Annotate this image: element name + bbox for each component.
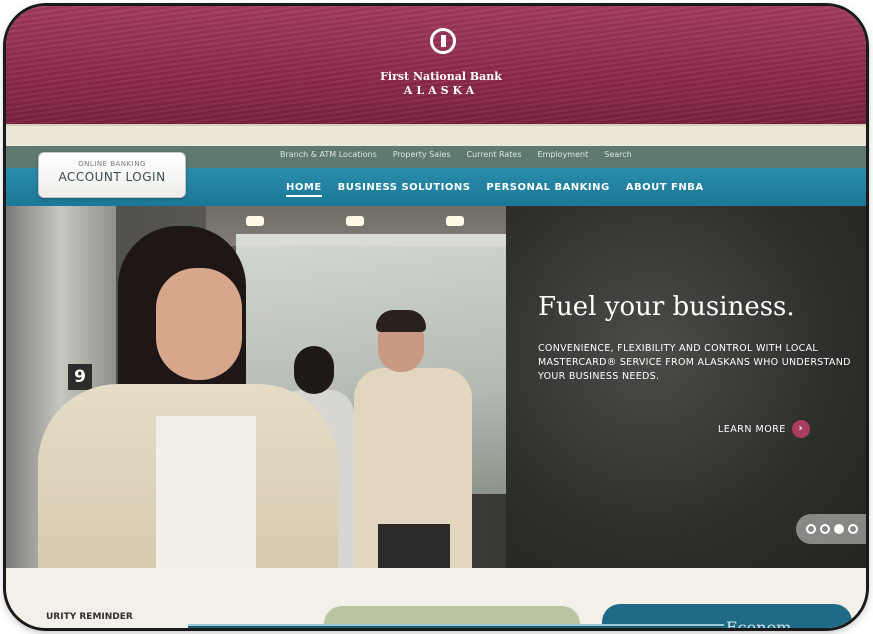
man-figure-hair (376, 310, 426, 332)
utility-link-branch-atm[interactable]: Branch & ATM Locations (280, 150, 377, 159)
utility-link-current-rates[interactable]: Current Rates (466, 150, 521, 159)
utility-link-search[interactable]: Search (604, 150, 631, 159)
hero-banner[interactable]: 9 (6, 206, 866, 568)
woman-figure-top (156, 416, 256, 568)
chevron-right-icon[interactable]: › (791, 420, 810, 438)
nav-personal-banking[interactable]: PERSONAL BANKING (486, 182, 609, 197)
utility-link-employment[interactable]: Employment (538, 150, 589, 159)
ceiling-light (446, 216, 464, 226)
carousel-controls (796, 514, 866, 544)
browser-frame: First National Bank ALASKA Branch & ATM … (6, 6, 866, 628)
promo-panel-blue-title: Econom (726, 618, 792, 628)
nav-business-solutions[interactable]: BUSINESS SOLUTIONS (338, 182, 471, 197)
carousel-dot-3[interactable] (834, 524, 844, 534)
ceiling-light (246, 216, 264, 226)
utility-link-property-sales[interactable]: Property Sales (393, 150, 451, 159)
learn-more-label: LEARN MORE (718, 423, 786, 435)
masthead: First National Bank ALASKA (6, 6, 866, 124)
floor-number: 9 (68, 364, 92, 390)
carousel-dot-1[interactable] (806, 524, 816, 534)
carousel-dot-2[interactable] (820, 524, 830, 534)
account-login-button[interactable]: ONLINE BANKING ACCOUNT LOGIN (38, 152, 186, 198)
man-figure-legs (378, 524, 450, 568)
utility-links: Branch & ATM Locations Property Sales Cu… (280, 150, 632, 159)
carousel-dot-4[interactable] (848, 524, 858, 534)
bank-region: ALASKA (403, 84, 479, 97)
overlay-dialog-bar (188, 624, 724, 628)
main-nav-items: HOME BUSINESS SOLUTIONS PERSONAL BANKING… (286, 182, 704, 197)
nav-about-fnba[interactable]: ABOUT FNBA (626, 182, 704, 197)
hero-title: Fuel your business. (538, 292, 795, 322)
ceiling-light (346, 216, 364, 226)
bank-logo-icon[interactable] (430, 28, 456, 54)
header-divider (6, 124, 866, 148)
nav-home[interactable]: HOME (286, 182, 322, 197)
security-reminder-heading: URITY REMINDER (46, 612, 133, 622)
hero-body: CONVENIENCE, FLEXIBILITY AND CONTROL WIT… (538, 343, 851, 382)
woman-figure-face (156, 268, 242, 380)
bank-name[interactable]: First National Bank (346, 70, 536, 83)
learn-more-link[interactable]: LEARN MORE › (718, 420, 810, 438)
background-person-head (294, 346, 334, 394)
login-big-label: ACCOUNT LOGIN (58, 170, 166, 184)
login-small-label: ONLINE BANKING (78, 160, 146, 168)
